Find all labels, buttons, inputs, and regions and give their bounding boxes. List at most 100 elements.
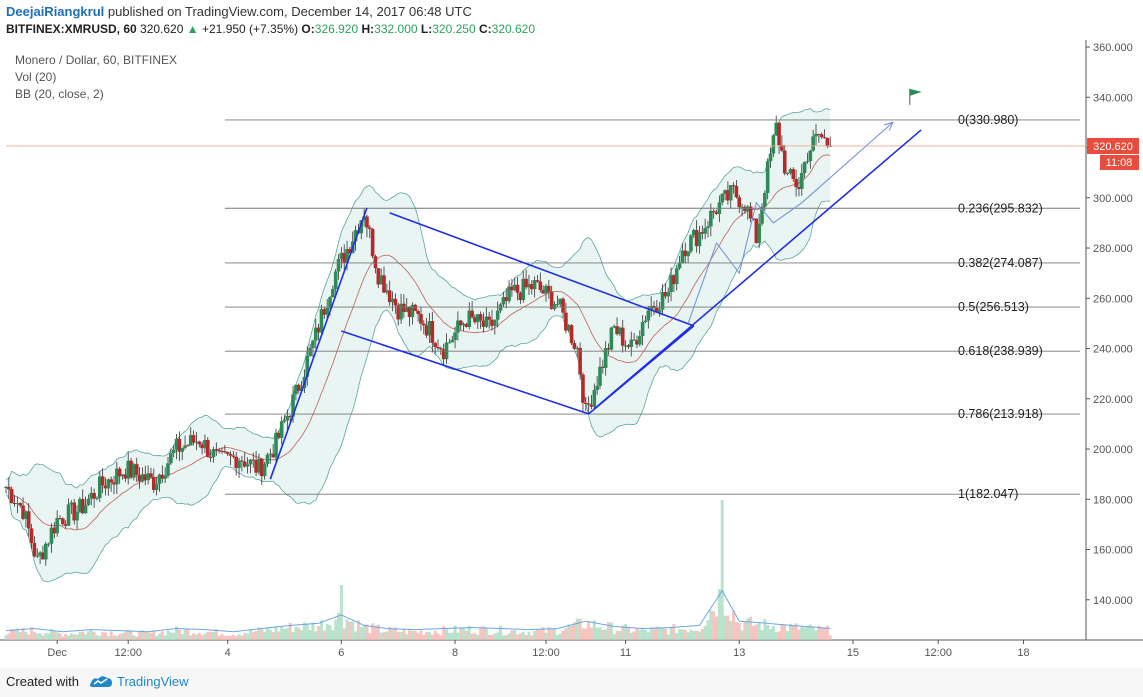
candle-body	[646, 310, 651, 321]
volume-bar	[157, 633, 161, 640]
volume-bar	[311, 622, 315, 640]
volume-bar	[194, 634, 198, 640]
volume-bar	[226, 635, 230, 640]
volume-bar	[663, 628, 667, 640]
y-tick-label: 340.000	[1093, 92, 1133, 104]
candle-body	[805, 161, 810, 163]
volume-bar	[203, 633, 207, 640]
volume-bar	[268, 629, 272, 640]
volume-bar	[561, 630, 565, 640]
volume-bar	[294, 627, 298, 640]
volume-bar	[32, 632, 36, 640]
volume-bar	[251, 631, 255, 640]
candle-body	[46, 543, 51, 545]
volume-bar	[649, 627, 653, 640]
volume-bar	[439, 635, 443, 640]
candle-body	[186, 445, 190, 447]
candle-body	[802, 161, 807, 174]
candle-body	[808, 150, 813, 162]
volume-bar	[123, 631, 127, 640]
volume-bar	[749, 616, 753, 640]
volume-bar	[118, 634, 122, 640]
fib-level-label: 0.5(256.513)	[958, 300, 1029, 314]
candle-body	[333, 271, 338, 290]
x-tick-label: Dec	[47, 647, 67, 659]
volume-bar	[106, 636, 110, 640]
candle-body	[720, 194, 725, 203]
candle-body	[149, 473, 153, 477]
volume-bar	[527, 631, 531, 640]
volume-bar	[720, 500, 724, 640]
volume-bar	[405, 634, 409, 640]
volume-bar	[587, 620, 591, 640]
volume-bar	[655, 626, 659, 640]
volume-bar	[712, 611, 716, 640]
candle-body	[393, 298, 398, 306]
volume-bar	[277, 631, 281, 640]
volume-bar	[609, 622, 613, 640]
volume-bar	[234, 635, 238, 640]
candle-body	[711, 210, 716, 213]
volume-bar	[803, 627, 807, 640]
volume-bar	[678, 629, 682, 640]
x-tick-label: 15	[847, 647, 859, 659]
volume-bar	[598, 627, 602, 640]
volume-bar	[7, 633, 11, 640]
x-tick-label: 18	[1017, 647, 1029, 659]
created-with-label: Created with	[6, 674, 79, 689]
tradingview-brand-link[interactable]: TradingView	[117, 674, 189, 689]
volume-bar	[78, 632, 82, 640]
candle-body	[373, 256, 378, 269]
candle-body	[493, 319, 497, 326]
volume-bar	[652, 627, 656, 640]
volume-bar	[680, 629, 684, 640]
volume-bar	[197, 632, 201, 640]
volume-bar	[86, 631, 90, 640]
volume-bar	[766, 624, 770, 640]
volume-bar	[18, 632, 22, 640]
volume-bar	[584, 628, 588, 640]
candle-body	[240, 460, 244, 462]
candle-body	[228, 453, 233, 456]
volume-bar	[507, 633, 511, 640]
x-tick-label: 12:00	[114, 647, 142, 659]
author-link[interactable]: DeejaiRiangkrul	[6, 4, 104, 19]
chart-area[interactable]: 140.000 160.000 180.000 200.000 220.000 240.0…	[0, 40, 1143, 660]
volume-bar	[132, 635, 136, 640]
candle-body	[421, 323, 426, 326]
volume-bar	[805, 625, 809, 640]
volume-bar	[626, 626, 630, 640]
volume-bar	[337, 612, 341, 640]
volume-bar	[237, 634, 241, 640]
volume-bar	[777, 631, 781, 640]
volume-bar	[379, 632, 383, 640]
candle-body	[677, 263, 682, 269]
volume-bar	[260, 628, 264, 640]
candle-body	[703, 228, 707, 234]
candle-body	[325, 307, 329, 315]
candle-body	[674, 268, 679, 285]
candle-body	[308, 348, 312, 357]
volume-bar	[373, 625, 377, 640]
y-tick-label: 200.000	[1093, 444, 1133, 456]
volume-bar	[121, 633, 125, 640]
candle-body	[331, 289, 335, 298]
candle-body	[578, 347, 582, 375]
volume-bar	[786, 631, 790, 640]
volume-bar	[427, 632, 431, 640]
candle-body	[7, 486, 11, 490]
volume-bar	[328, 625, 332, 640]
close-label: C:	[478, 22, 492, 36]
volume-bar	[339, 585, 343, 640]
volume-bar	[740, 630, 744, 640]
volume-bar	[467, 626, 471, 640]
y-tick-label: 280.000	[1093, 243, 1133, 255]
candle-body	[83, 504, 88, 514]
symbol-label: BITFINEX:XMRUSD, 60	[6, 22, 137, 36]
candle-body	[86, 498, 91, 505]
volume-bar	[820, 627, 824, 640]
volume-bar	[535, 629, 539, 640]
price-chart[interactable]: 140.000 160.000 180.000 200.000 220.000 240.0…	[0, 40, 1143, 660]
volume-bar	[595, 627, 599, 640]
ohlc-line: BITFINEX:XMRUSD, 60 320.620 ▲ +21.950 (+…	[6, 22, 535, 36]
